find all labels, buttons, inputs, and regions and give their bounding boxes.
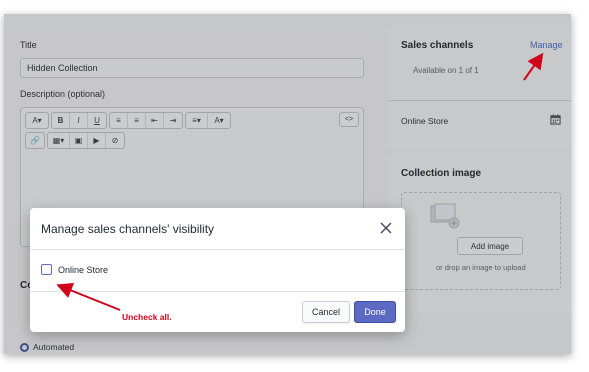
modal-footer-divider [30, 291, 405, 292]
code-view-button[interactable]: <> [339, 112, 359, 127]
online-store-checkbox[interactable] [41, 264, 52, 275]
outdent-icon[interactable]: ⇤ [146, 113, 164, 128]
automated-radio[interactable] [20, 342, 29, 352]
annotation-uncheck-all: Uncheck all. [122, 312, 172, 322]
font-format-button[interactable]: A ▾ [26, 113, 48, 128]
link-icon[interactable]: 🔗 [26, 133, 44, 148]
close-icon[interactable] [379, 221, 393, 235]
underline-button[interactable]: U [88, 113, 106, 128]
editor-toolbar-row-2: 🔗 ▦▾ ▣ ▶ ⊘ [25, 132, 125, 149]
done-button[interactable]: Done [354, 301, 396, 323]
text-color-button[interactable]: A ▾ [208, 113, 230, 128]
clear-format-icon[interactable]: ⊘ [106, 133, 124, 148]
bulleted-list-icon[interactable]: ≡ [110, 113, 128, 128]
automated-label: Automated [33, 342, 75, 352]
channel-option-online-store[interactable]: Online Store [41, 264, 108, 275]
collection-image-title: Collection image [401, 168, 482, 179]
image-dropzone[interactable]: Add image or drop an image to upload [401, 192, 561, 290]
table-icon[interactable]: ▦▾ [48, 133, 70, 148]
online-store-label: Online Store [58, 264, 109, 275]
collection-image-card: Collection image Add image or drop an im… [389, 154, 571, 314]
description-label: Description (optional) [20, 89, 106, 99]
divider [389, 100, 571, 101]
cancel-button[interactable]: Cancel [302, 301, 350, 323]
numbered-list-icon[interactable]: ≡ [128, 113, 146, 128]
channel-online-store: Online Store [401, 116, 449, 126]
sales-channels-title: Sales channels [401, 40, 474, 51]
modal-title: Manage sales channels' visibility [41, 222, 215, 236]
automated-radio-row[interactable]: Automated [20, 342, 74, 352]
calendar-icon[interactable] [550, 114, 561, 125]
add-image-button[interactable]: Add image [457, 237, 523, 255]
video-icon[interactable]: ▶ [88, 133, 106, 148]
modal-header: Manage sales channels' visibility [30, 208, 405, 250]
image-icon[interactable]: ▣ [70, 133, 88, 148]
align-icon[interactable]: ≡▾ [186, 113, 208, 128]
italic-button[interactable]: I [70, 113, 88, 128]
bold-button[interactable]: B [52, 113, 70, 128]
availability-text: Available on 1 of 1 [413, 66, 479, 75]
title-label: Title [20, 40, 37, 50]
editor-toolbar-row-1: A ▾ B I U ≡ ≡ ⇤ ⇥ ≡▾ A ▾ [25, 112, 231, 129]
manage-link[interactable]: Manage [530, 40, 563, 50]
sales-channels-card: Sales channels Manage Available on 1 of … [389, 26, 571, 151]
indent-icon[interactable]: ⇥ [164, 113, 182, 128]
manage-visibility-modal: Manage sales channels' visibility Online… [30, 208, 405, 332]
title-input[interactable]: Hidden Collection [20, 58, 364, 78]
image-placeholder-icon [430, 203, 460, 229]
drop-hint: or drop an image to upload [436, 263, 526, 272]
